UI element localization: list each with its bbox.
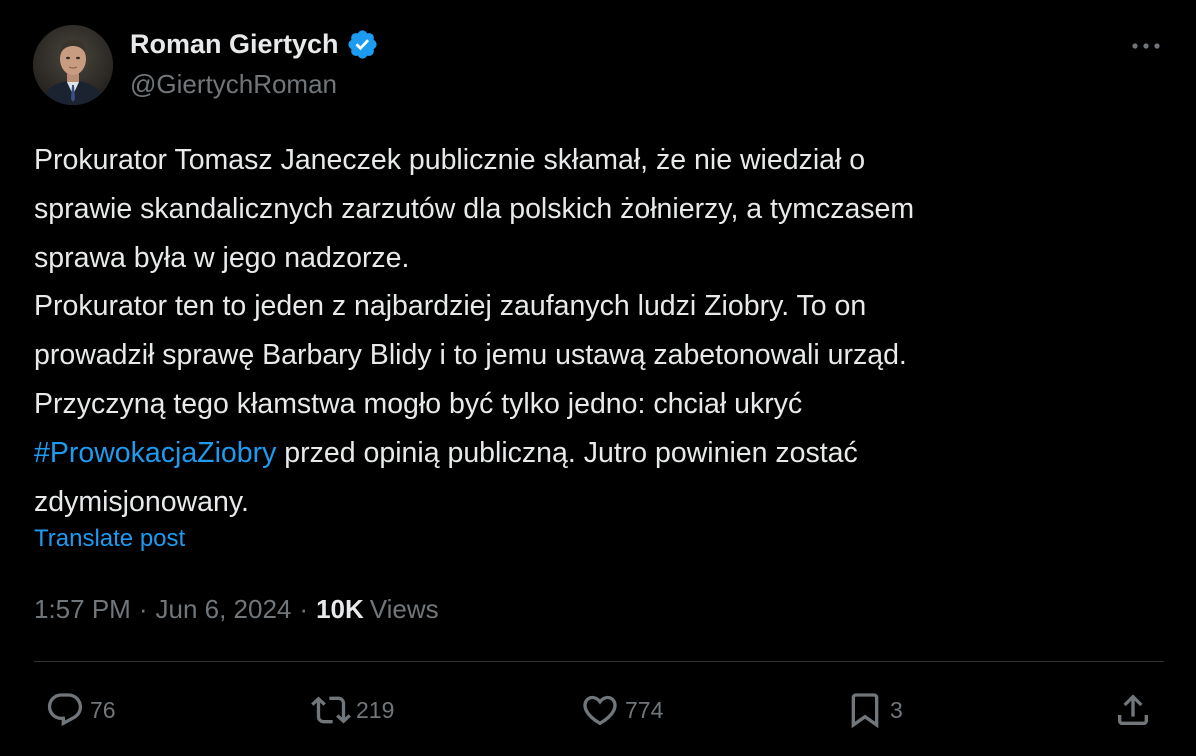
more-options-icon[interactable] — [1128, 34, 1164, 58]
post-text: Prokurator Tomasz Janeczek publicznie sk… — [34, 136, 1144, 526]
like-count: 774 — [625, 696, 664, 723]
bookmark-button[interactable]: 3 — [842, 687, 903, 733]
post-text-line: zdymisjonowany. — [34, 485, 249, 518]
post-text-line-with-hashtag: #ProwokacjaZiobry przed opinią publiczną… — [34, 429, 1144, 478]
divider — [34, 661, 1164, 662]
post-text-line: sprawie skandalicznych zarzutów dla pols… — [34, 192, 915, 225]
repost-icon — [308, 687, 354, 733]
post-text-line: prowadził sprawę Barbary Blidy i to jemu… — [34, 339, 907, 372]
share-button[interactable] — [1110, 687, 1156, 733]
reply-count: 76 — [90, 696, 116, 723]
post-text-line: sprawa była w jego nadzorze. — [34, 241, 410, 274]
translate-post-link[interactable]: Translate post — [34, 525, 185, 553]
hashtag-link[interactable]: #ProwokacjaZiobry — [34, 437, 276, 469]
post-text-line: Prokurator ten to jeden z najbardziej za… — [34, 290, 867, 323]
author-handle[interactable]: @GiertychRoman — [130, 69, 337, 100]
views-count[interactable]: 10K — [316, 594, 364, 625]
bookmark-icon — [842, 687, 888, 733]
post-text-line: Przyczyną tego kłamstwa mogło być tylko … — [34, 387, 803, 420]
bookmark-count: 3 — [890, 696, 903, 723]
avatar[interactable] — [33, 25, 113, 105]
repost-count: 219 — [356, 696, 395, 723]
post-meta: 1:57 PM · Jun 6, 2024 · 10K Views — [34, 592, 439, 626]
share-icon — [1110, 687, 1156, 733]
post-text-line: Prokurator Tomasz Janeczek publicznie sk… — [34, 144, 866, 176]
post-time[interactable]: 1:57 PM — [34, 594, 131, 625]
heart-icon — [577, 687, 623, 733]
verified-badge-icon[interactable] — [346, 28, 379, 61]
meta-separator: · — [299, 593, 309, 624]
views-label: Views — [369, 593, 439, 624]
repost-button[interactable]: 219 — [308, 687, 394, 733]
post-date[interactable]: Jun 6, 2024 — [156, 594, 292, 625]
author-name[interactable]: Roman Giertych — [130, 29, 339, 60]
avatar-photo — [33, 25, 113, 105]
meta-separator: · — [138, 593, 148, 624]
reply-icon — [42, 687, 88, 733]
post-detail: Roman Giertych @GiertychRoman Prokurator… — [0, 0, 1196, 756]
like-button[interactable]: 774 — [577, 687, 663, 733]
reply-button[interactable]: 76 — [42, 687, 116, 733]
author-name-row: Roman Giertych — [130, 27, 379, 61]
post-text-fragment: przed opinią publiczną. Jutro powinien z… — [276, 436, 858, 469]
